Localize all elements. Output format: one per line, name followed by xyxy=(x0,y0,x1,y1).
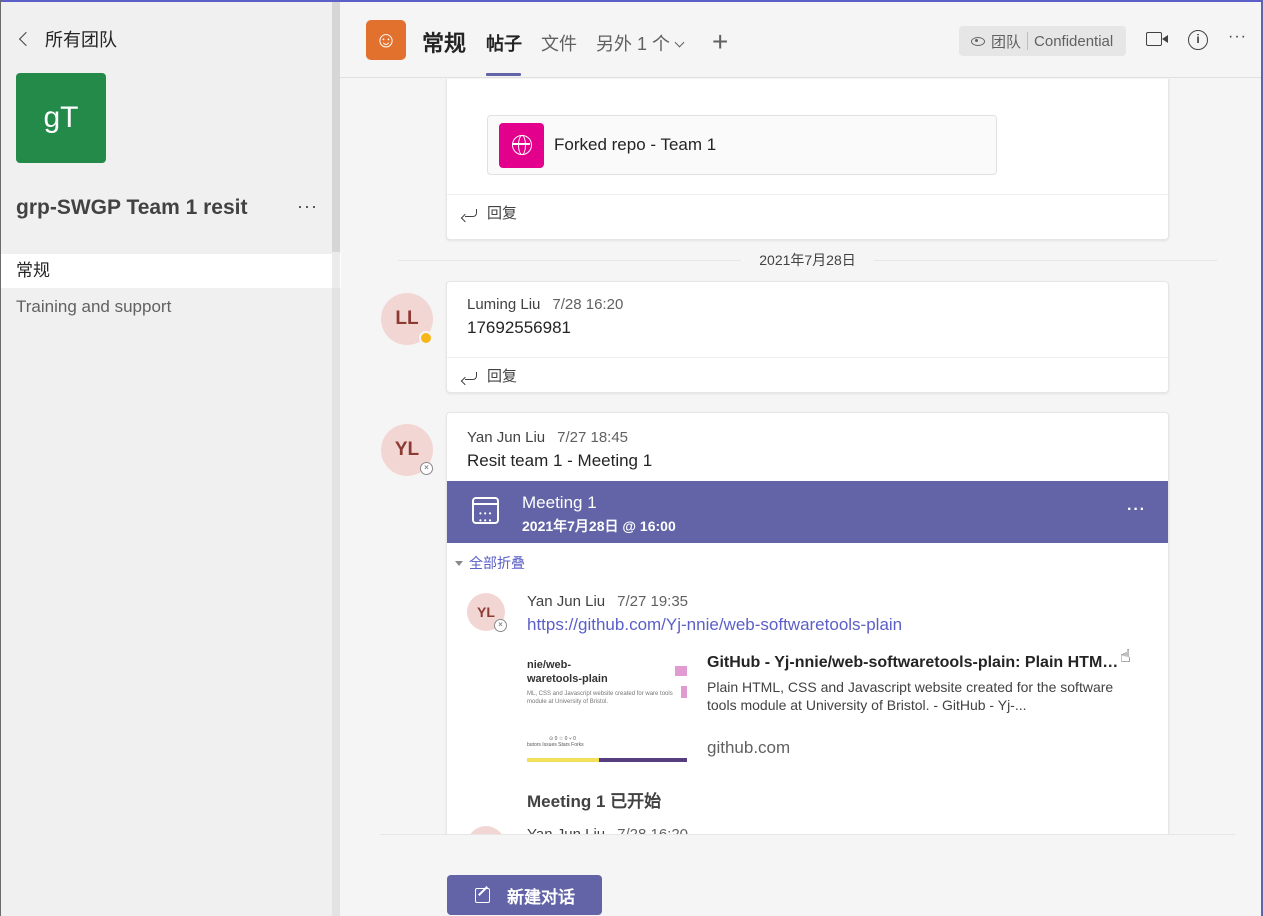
preview-image-desc: ML, CSS and Javascript website created f… xyxy=(527,691,673,705)
away-status-icon xyxy=(419,331,433,345)
post-card-forked-repo: Forked repo - Team 1 回复 xyxy=(446,79,1169,240)
meeting-more-options-button[interactable]: ··· xyxy=(1127,501,1146,519)
preview-pattern xyxy=(675,666,687,676)
reply-arrow-icon xyxy=(465,208,477,217)
sidebar-scrollbar[interactable] xyxy=(332,2,340,916)
preview-image-title-2: waretools-plain xyxy=(527,673,608,685)
date-divider: 2021年7月28日 xyxy=(380,251,1235,269)
post-meta: Luming Liu 7/28 16:20 xyxy=(467,296,1168,313)
collapse-all-button[interactable]: 全部折叠 xyxy=(455,553,525,573)
avatar-yan-jun-liu[interactable]: YL × xyxy=(381,424,433,476)
scrollbar-track xyxy=(332,288,340,916)
reply-label: 回复 xyxy=(487,205,518,222)
preview-domain: github.com xyxy=(707,738,791,757)
tab-more[interactable]: 另外 1 个 xyxy=(596,30,685,56)
reply-content: Yan Jun Liu 7/27 19:35 https://github.com… xyxy=(527,593,902,635)
chevron-down-icon xyxy=(674,37,685,48)
author-name: Luming Liu xyxy=(467,296,541,313)
new-conversation-button[interactable]: 新建对话 xyxy=(447,875,602,915)
github-link[interactable]: https://github.com/Yj-nnie/web-softwaret… xyxy=(527,615,902,635)
link-title: Forked repo - Team 1 xyxy=(554,135,717,154)
post-body: Resit team 1 - Meeting 1 xyxy=(467,451,653,470)
preview-description: Plain HTML, CSS and Javascript website c… xyxy=(707,679,1114,713)
team-name: grp-SWGP Team 1 resit xyxy=(16,196,248,219)
preview-title[interactable]: GitHub - Yj-nnie/web-softwaretools-plain… xyxy=(707,654,1127,672)
meeting-started-notice: Meeting 1 已开始 xyxy=(527,792,662,811)
chevron-left-icon xyxy=(18,31,34,47)
hand-cursor-icon: ☝ xyxy=(1120,646,1131,666)
header-more-options-button[interactable]: ··· xyxy=(1228,28,1247,46)
tab-files[interactable]: 文件 xyxy=(541,30,577,56)
avatar-luming-liu[interactable]: LL xyxy=(381,293,433,345)
post-time: 7/28 16:20 xyxy=(552,296,624,313)
preview-stats-labels: butors Issues Stars Forks xyxy=(527,742,584,748)
link-tile xyxy=(499,122,544,168)
post-body: 17692556981 xyxy=(467,318,572,337)
preview-image-title-1: nie/web- xyxy=(527,659,572,671)
post-card-luming: Luming Liu 7/28 16:20 17692556981 回复 xyxy=(446,281,1169,393)
team-more-options-button[interactable]: ··· xyxy=(297,196,318,217)
avatar-yan-jun-liu-reply2[interactable] xyxy=(467,826,505,834)
team-avatar: gT xyxy=(16,73,106,163)
theater-masks-icon: ☺ xyxy=(366,20,406,60)
collapse-label: 全部折叠 xyxy=(469,555,525,571)
reply-meta: Yan Jun Liu 7/28 16:20 xyxy=(527,826,688,834)
channel-header: ☺ 常规 帖子 文件 另外 1 个 + 团队 Confidential i ··… xyxy=(340,2,1261,78)
avatar-initials: LL xyxy=(395,308,419,329)
tab-posts[interactable]: 帖子 xyxy=(486,30,522,56)
preview-image-stats: ⊙ 0 ☆ 0 ⑂ 0 butors Issues Stars Forks xyxy=(527,736,687,748)
reply-button[interactable]: 回复 xyxy=(447,357,1168,393)
compose-icon xyxy=(475,887,490,903)
info-icon[interactable]: i xyxy=(1188,30,1208,50)
avatar-yan-jun-liu-reply[interactable]: YL × xyxy=(467,593,507,632)
link-attachment[interactable]: Forked repo - Team 1 xyxy=(487,115,997,175)
eye-icon xyxy=(971,36,985,46)
avatar-initials: YL xyxy=(477,604,495,620)
globe-icon xyxy=(511,135,532,155)
channel-item-training[interactable]: Training and support xyxy=(1,290,341,324)
video-camera-icon[interactable] xyxy=(1146,32,1168,46)
back-label: 所有团队 xyxy=(45,30,117,50)
composer-divider xyxy=(380,834,1235,835)
link-preview-thumbnail[interactable]: nie/web- waretools-plain ML, CSS and Jav… xyxy=(527,658,687,766)
reply-label: 回复 xyxy=(487,368,518,385)
new-conversation-label: 新建对话 xyxy=(507,887,575,907)
sensitivity-label: Confidential xyxy=(1034,32,1114,50)
team-label: 团队 xyxy=(991,33,1022,51)
avatar-initials: YL xyxy=(394,439,420,460)
back-to-all-teams-button[interactable]: 所有团队 xyxy=(17,26,117,52)
author-name: Yan Jun Liu xyxy=(527,593,606,610)
team-sensitivity-badge[interactable]: 团队 Confidential xyxy=(959,26,1126,56)
caret-down-icon xyxy=(455,560,463,566)
meeting-banner[interactable]: ••• ••• Meeting 1 2021年7月28日 @ 16:00 ··· xyxy=(447,481,1168,543)
author-name: Yan Jun Liu xyxy=(527,826,605,834)
post-time: 7/27 18:45 xyxy=(557,429,629,446)
active-tab-indicator xyxy=(486,73,521,76)
meeting-title: Meeting 1 xyxy=(522,493,597,512)
post-card-meeting: Yan Jun Liu 7/27 18:45 Resit team 1 - Mee… xyxy=(446,412,1169,834)
author-name: Yan Jun Liu xyxy=(467,429,546,446)
reply-button[interactable]: 回复 xyxy=(447,194,1168,230)
channel-title: 常规 xyxy=(422,31,467,56)
team-sidebar: 所有团队 gT grp-SWGP Team 1 resit ··· 常规 Tra… xyxy=(1,2,341,916)
tab-more-label: 另外 1 个 xyxy=(596,34,671,54)
language-bar xyxy=(527,758,687,762)
offline-status-icon: × xyxy=(420,462,433,475)
channel-item-general[interactable]: 常规 xyxy=(1,254,341,288)
scrollbar-thumb[interactable] xyxy=(332,2,340,252)
reply-meta: Yan Jun Liu 7/27 19:35 xyxy=(527,593,902,610)
reply-time: 7/28 16:20 xyxy=(617,826,688,834)
add-tab-button[interactable]: + xyxy=(712,26,728,58)
post-meta: Yan Jun Liu 7/27 18:45 xyxy=(467,429,1168,446)
calendar-icon: ••• ••• xyxy=(472,497,499,525)
offline-status-icon: × xyxy=(494,619,507,632)
reply-arrow-icon xyxy=(465,371,477,380)
reply-time: 7/27 19:35 xyxy=(617,593,689,610)
meeting-time: 2021年7月28日 @ 16:00 xyxy=(522,518,676,534)
posts-feed[interactable]: Forked repo - Team 1 回复 2021年7月28日 LL Lu… xyxy=(340,79,1261,834)
badge-divider xyxy=(1027,32,1029,50)
preview-pattern xyxy=(681,686,687,698)
